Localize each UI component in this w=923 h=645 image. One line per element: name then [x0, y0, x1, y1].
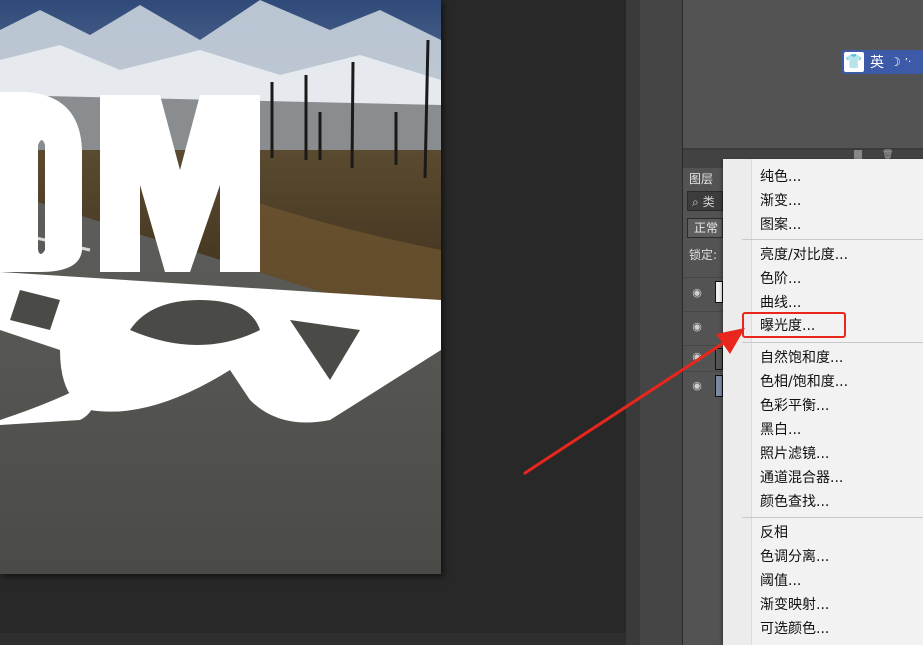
- blend-mode-select[interactable]: 正常: [687, 218, 723, 238]
- menu-item-threshold[interactable]: 阈值...: [760, 572, 801, 590]
- menu-item-brightness-contrast[interactable]: 亮度/对比度...: [760, 246, 848, 264]
- ime-indicator[interactable]: 👕 英 ☽ ’·: [842, 50, 923, 74]
- layer-thumbnail: [715, 281, 723, 303]
- menu-item-solid-color[interactable]: 纯色...: [760, 168, 801, 186]
- menu-item-gradient-map[interactable]: 渐变映射...: [760, 596, 829, 614]
- menu-item-gradient[interactable]: 渐变...: [760, 192, 801, 210]
- punctuation-icon: ’·: [904, 56, 912, 68]
- menu-item-curves[interactable]: 曲线...: [760, 294, 801, 312]
- shirt-icon: 👕: [844, 52, 864, 72]
- menu-item-levels[interactable]: 色阶...: [760, 270, 801, 288]
- lock-label: 锁定:: [689, 248, 718, 262]
- highlight-box: [742, 312, 846, 338]
- ime-language-label: 英: [870, 55, 884, 71]
- menu-separator: [742, 239, 923, 240]
- menu-item-hue-saturation[interactable]: 色相/饱和度...: [760, 373, 848, 391]
- menu-item-photo-filter[interactable]: 照片滤镜...: [760, 445, 829, 463]
- menu-item-color-balance[interactable]: 色彩平衡...: [760, 397, 829, 415]
- menu-separator: [742, 517, 923, 518]
- eye-icon[interactable]: ◉: [690, 287, 704, 298]
- canvas-image[interactable]: [0, 0, 441, 574]
- menu-item-posterize[interactable]: 色调分离...: [760, 548, 829, 566]
- menu-item-selective-color[interactable]: 可选颜色...: [760, 620, 829, 638]
- layer-filter-select[interactable]: ⌕ 类: [687, 191, 723, 211]
- new-layer-icon[interactable]: [854, 150, 862, 159]
- search-icon: ⌕: [692, 195, 699, 209]
- menu-item-color-lookup[interactable]: 颜色查找...: [760, 493, 829, 511]
- menu-separator: [742, 342, 923, 343]
- upper-panel-area: [683, 0, 923, 148]
- horizontal-scrollbar[interactable]: [0, 633, 640, 645]
- moon-icon: ☽: [890, 55, 901, 69]
- menu-item-channel-mixer[interactable]: 通道混合器...: [760, 469, 843, 487]
- menu-item-invert[interactable]: 反相: [760, 524, 788, 542]
- menu-item-vibrance[interactable]: 自然饱和度...: [760, 349, 843, 367]
- layer-filter-label: 类: [702, 195, 715, 209]
- menu-item-black-white[interactable]: 黑白...: [760, 421, 801, 439]
- menu-item-pattern[interactable]: 图案...: [760, 216, 801, 234]
- tab-layers[interactable]: 图层: [683, 168, 723, 190]
- annotation-arrow: [523, 328, 745, 475]
